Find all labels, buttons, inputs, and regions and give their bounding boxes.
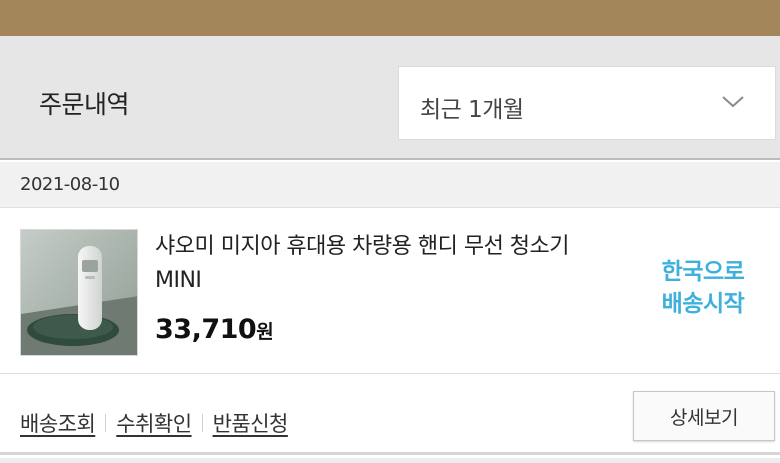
product-thumbnail[interactable] bbox=[20, 229, 138, 356]
price-currency: 원 bbox=[256, 321, 274, 343]
shipping-status-line2: 배송시작 bbox=[661, 291, 745, 317]
product-image bbox=[21, 230, 137, 355]
view-details-button[interactable]: 상세보기 bbox=[633, 391, 775, 441]
order-item: 샤오미 미지아 휴대용 차량용 핸디 무선 청소기 MINI 33,710원 한… bbox=[0, 208, 780, 374]
order-date: 2021-08-10 bbox=[20, 174, 120, 195]
link-divider bbox=[105, 414, 107, 432]
product-name[interactable]: 샤오미 미지아 휴대용 차량용 핸디 무선 청소기 MINI bbox=[155, 230, 595, 298]
shipping-status-line1: 한국으로 bbox=[661, 259, 745, 285]
page-title: 주문내역 bbox=[39, 90, 130, 119]
return-request-link[interactable]: 반품신청 bbox=[213, 408, 289, 438]
product-price: 33,710원 bbox=[155, 314, 274, 345]
shipping-status: 한국으로 배송시작 bbox=[640, 256, 766, 320]
top-header-bar bbox=[0, 0, 780, 36]
track-delivery-link[interactable]: 배송조회 bbox=[20, 408, 96, 438]
chevron-down-icon bbox=[722, 96, 744, 108]
order-actions: 배송조회 수취확인 반품신청 상세보기 bbox=[0, 375, 780, 455]
confirm-receipt-link[interactable]: 수취확인 bbox=[116, 408, 192, 438]
period-select[interactable]: 최근 1개월 bbox=[398, 66, 776, 140]
order-date-row: 2021-08-10 bbox=[0, 162, 780, 208]
order-filter-bar: 주문내역 최근 1개월 bbox=[0, 36, 780, 160]
period-select-value: 최근 1개월 bbox=[420, 97, 524, 123]
order-action-links: 배송조회 수취확인 반품신청 bbox=[20, 408, 288, 438]
price-amount: 33,710 bbox=[155, 314, 257, 345]
link-divider bbox=[201, 414, 203, 432]
bottom-divider bbox=[0, 458, 780, 463]
